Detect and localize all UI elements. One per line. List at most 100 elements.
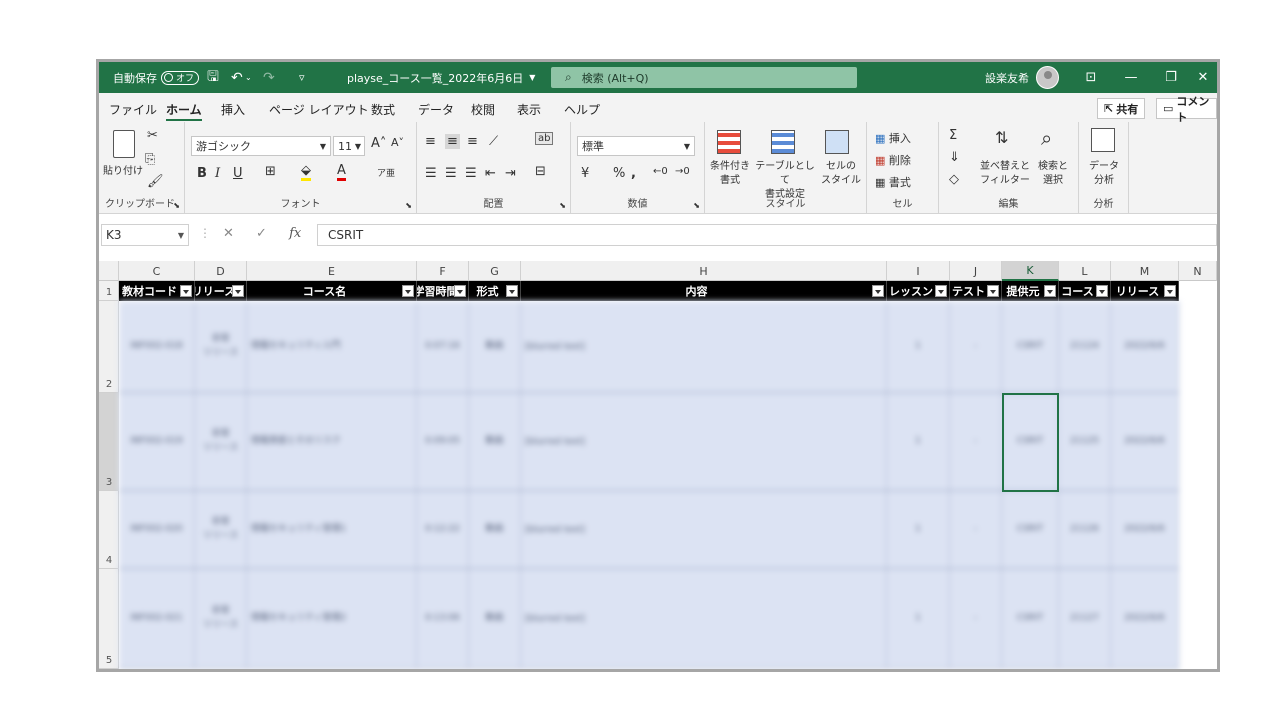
filter-dropdown-icon[interactable]: [506, 285, 518, 297]
cell-format[interactable]: 動画: [469, 569, 521, 668]
align-bottom-icon[interactable]: ≡: [467, 134, 478, 149]
header-cell-study-time[interactable]: 学習時間: [417, 281, 469, 301]
user-name[interactable]: 設楽友希: [985, 62, 1029, 93]
column-header-k[interactable]: K: [1002, 261, 1059, 281]
cell-code[interactable]: INF002-018: [119, 301, 195, 392]
active-cell-k3[interactable]: [1002, 393, 1059, 492]
cell-code[interactable]: INF002-019: [119, 393, 195, 490]
format-painter-icon[interactable]: 🖌: [147, 174, 164, 189]
dialog-launcher-icon[interactable]: ⬊: [173, 201, 180, 210]
cell-course-id[interactable]: 21124: [1059, 301, 1111, 392]
cell-format[interactable]: 動画: [469, 491, 521, 568]
column-header-l[interactable]: L: [1059, 261, 1111, 281]
header-cell-format[interactable]: 形式: [469, 281, 521, 301]
table-row[interactable]: INF002-020 非常 リリース 情報セキュリティ管理1 0:12:22 動…: [119, 491, 1179, 569]
header-cell-lessons[interactable]: レッスン: [887, 281, 950, 301]
filter-dropdown-icon[interactable]: [402, 285, 414, 297]
file-name[interactable]: playse_コース一覧_2022年6月6日 ▼: [347, 62, 535, 93]
dialog-launcher-icon[interactable]: ⬊: [559, 201, 566, 210]
tab-data[interactable]: データ: [418, 101, 454, 118]
filter-dropdown-icon[interactable]: [180, 285, 192, 297]
filter-dropdown-icon[interactable]: [454, 285, 466, 297]
header-cell-release[interactable]: リリース: [195, 281, 247, 301]
cell-provider[interactable]: CSRIT: [1002, 301, 1059, 392]
column-header-e[interactable]: E: [247, 261, 417, 281]
cell-date[interactable]: 2022/6/6: [1111, 569, 1179, 668]
decrease-indent-icon[interactable]: ⇤: [485, 166, 496, 181]
customize-toolbar-icon[interactable]: ▿: [299, 62, 305, 93]
column-header-d[interactable]: D: [195, 261, 247, 281]
font-size-select[interactable]: 11 ▼: [333, 136, 365, 156]
row-header-4[interactable]: 4: [99, 491, 119, 569]
insert-function-icon[interactable]: fx: [289, 226, 301, 241]
row-header-5[interactable]: 5: [99, 569, 119, 669]
format-cells-button[interactable]: ▦ 書式: [875, 174, 911, 190]
cell-code[interactable]: INF002-021: [119, 569, 195, 668]
cell-date[interactable]: 2022/6/6: [1111, 393, 1179, 490]
share-button[interactable]: ⇱ 共有: [1097, 98, 1146, 119]
header-cell-code[interactable]: 教材コード: [119, 281, 195, 301]
restore-icon[interactable]: ❐: [1151, 62, 1191, 93]
cell-course-id[interactable]: 21127: [1059, 569, 1111, 668]
font-color-icon[interactable]: A: [337, 164, 346, 181]
table-row[interactable]: INF002-021 非常 リリース 情報セキュリティ管理2 0:13:06 動…: [119, 569, 1179, 669]
comma-icon[interactable]: ,: [631, 166, 636, 181]
formula-input[interactable]: CSRIT: [317, 224, 1217, 246]
save-icon[interactable]: 🖫: [207, 62, 219, 93]
cell-code[interactable]: INF002-020: [119, 491, 195, 568]
decrease-font-icon[interactable]: A˅: [391, 136, 404, 149]
cell-course[interactable]: 情報セキュリティ管理1: [247, 491, 417, 568]
header-cell-provider[interactable]: 提供元: [1002, 281, 1059, 301]
cell-content[interactable]: [blurred text]: [521, 393, 887, 490]
tab-file[interactable]: ファイル: [109, 101, 157, 118]
select-all-corner[interactable]: [99, 261, 119, 281]
format-as-table-icon[interactable]: [771, 130, 795, 154]
tab-insert[interactable]: 挿入: [221, 101, 245, 118]
dialog-launcher-icon[interactable]: ⬊: [405, 201, 412, 210]
column-header-h[interactable]: H: [521, 261, 887, 281]
cut-icon[interactable]: ✂: [147, 128, 158, 143]
tab-formulas[interactable]: 数式: [371, 101, 395, 118]
cell-lessons[interactable]: 1: [887, 569, 950, 668]
undo-icon[interactable]: ↶: [231, 62, 243, 93]
cell-provider[interactable]: CSRIT: [1002, 491, 1059, 568]
column-header-j[interactable]: J: [950, 261, 1002, 281]
cell-lessons[interactable]: 1: [887, 393, 950, 490]
filter-dropdown-icon[interactable]: [987, 285, 999, 297]
filter-dropdown-icon[interactable]: [935, 285, 947, 297]
delete-cells-button[interactable]: ▦ 削除: [875, 152, 911, 168]
orientation-icon[interactable]: ⟋: [489, 134, 498, 149]
cell-content[interactable]: [blurred text]: [521, 569, 887, 668]
cell-test[interactable]: -: [950, 301, 1002, 392]
avatar[interactable]: [1036, 66, 1059, 89]
fill-color-icon[interactable]: ⬙: [301, 164, 311, 181]
search-box[interactable]: ⌕ 検索 (Alt+Q): [551, 67, 857, 88]
cell-course-id[interactable]: 21125: [1059, 393, 1111, 490]
tab-help[interactable]: ヘルプ: [564, 101, 600, 118]
column-header-n[interactable]: N: [1179, 261, 1217, 281]
autosum-icon[interactable]: Σ: [949, 128, 957, 143]
tab-view[interactable]: 表示: [517, 101, 541, 118]
redo-icon[interactable]: ↷: [263, 62, 275, 93]
cell-time[interactable]: 0:13:06: [417, 569, 469, 668]
enter-icon[interactable]: ✓: [256, 226, 267, 241]
italic-icon[interactable]: I: [215, 166, 220, 181]
header-cell-release-date[interactable]: リリース: [1111, 281, 1179, 301]
filter-dropdown-icon[interactable]: [872, 285, 884, 297]
ribbon-display-icon[interactable]: ⊡: [1071, 62, 1111, 93]
cell-provider[interactable]: CSRIT: [1002, 569, 1059, 668]
tab-review[interactable]: 校閲: [471, 101, 495, 118]
increase-font-icon[interactable]: A˄: [371, 136, 386, 151]
row-header-2[interactable]: 2: [99, 301, 119, 393]
header-cell-course-name[interactable]: コース名: [247, 281, 417, 301]
align-left-icon[interactable]: ☰: [425, 166, 437, 181]
column-header-m[interactable]: M: [1111, 261, 1179, 281]
cell-date[interactable]: 2022/6/6: [1111, 491, 1179, 568]
cell-release[interactable]: 非常 リリース: [195, 491, 247, 568]
align-top-icon[interactable]: ≡: [425, 134, 436, 149]
autosave-switch[interactable]: オフ: [161, 70, 200, 85]
close-icon[interactable]: ✕: [1189, 62, 1217, 93]
number-format-select[interactable]: 標準 ▼: [577, 136, 695, 156]
minimize-icon[interactable]: —: [1111, 62, 1151, 93]
cell-release[interactable]: 非常 リリース: [195, 301, 247, 392]
